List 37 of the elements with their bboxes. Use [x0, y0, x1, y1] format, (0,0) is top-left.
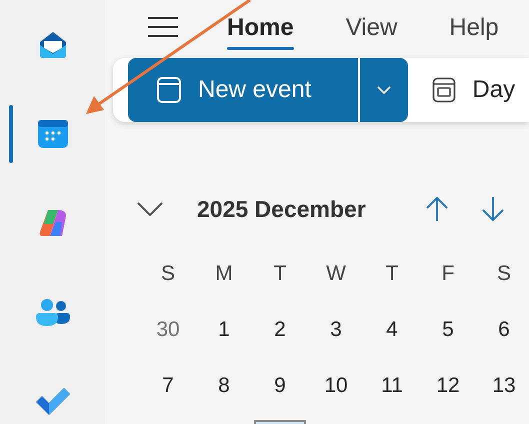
weekday-label: F — [442, 262, 454, 286]
calendar-day[interactable]: 2 — [274, 318, 286, 342]
calendar-day[interactable]: 30 — [156, 318, 180, 342]
day-view-icon — [432, 77, 456, 103]
dropdown-button[interactable] — [358, 58, 408, 122]
day-view-button[interactable]: Day — [432, 76, 516, 104]
weekday-label: S — [160, 262, 175, 286]
down-arrow-icon[interactable] — [482, 196, 504, 222]
people-icon — [34, 296, 70, 326]
collapse-chevron-icon[interactable] — [137, 202, 163, 216]
month-title[interactable]: 2025 December — [197, 196, 366, 222]
weekday-label: S — [496, 262, 511, 286]
calendar-day[interactable]: 4 — [386, 318, 398, 342]
calendar-day[interactable]: 3 — [330, 318, 342, 342]
calendar-day[interactable]: 1 — [218, 318, 230, 342]
weekday-label: T — [386, 262, 398, 286]
calendar-day[interactable]: 6 — [498, 318, 510, 342]
chevron-down-icon — [377, 86, 392, 94]
calendar-day[interactable]: 7 — [162, 374, 174, 398]
checkmark-icon — [34, 386, 72, 416]
calendar-day[interactable]: 13 — [492, 374, 516, 398]
calendar-day[interactable]: 10 — [324, 374, 348, 398]
menu-tab[interactable]: View — [346, 0, 398, 54]
weekday-label: W — [326, 262, 346, 286]
calendar-icon — [156, 76, 182, 104]
menu-tab[interactable]: Help — [449, 0, 499, 54]
calendar-day[interactable]: 11 — [381, 374, 403, 398]
calendar-day[interactable]: 9 — [274, 374, 286, 398]
calendar-day[interactable]: 5 — [442, 318, 454, 342]
up-arrow-icon[interactable] — [426, 196, 448, 222]
weekday-label: T — [274, 262, 286, 286]
new-event-button[interactable]: New event — [128, 58, 358, 122]
menu-tab[interactable]: Home — [227, 0, 294, 54]
menu-icon[interactable] — [147, 16, 179, 38]
calendar-day[interactable]: 12 — [436, 374, 460, 398]
weekday-label: M — [215, 262, 233, 286]
calendar-day[interactable]: 8 — [218, 374, 230, 398]
